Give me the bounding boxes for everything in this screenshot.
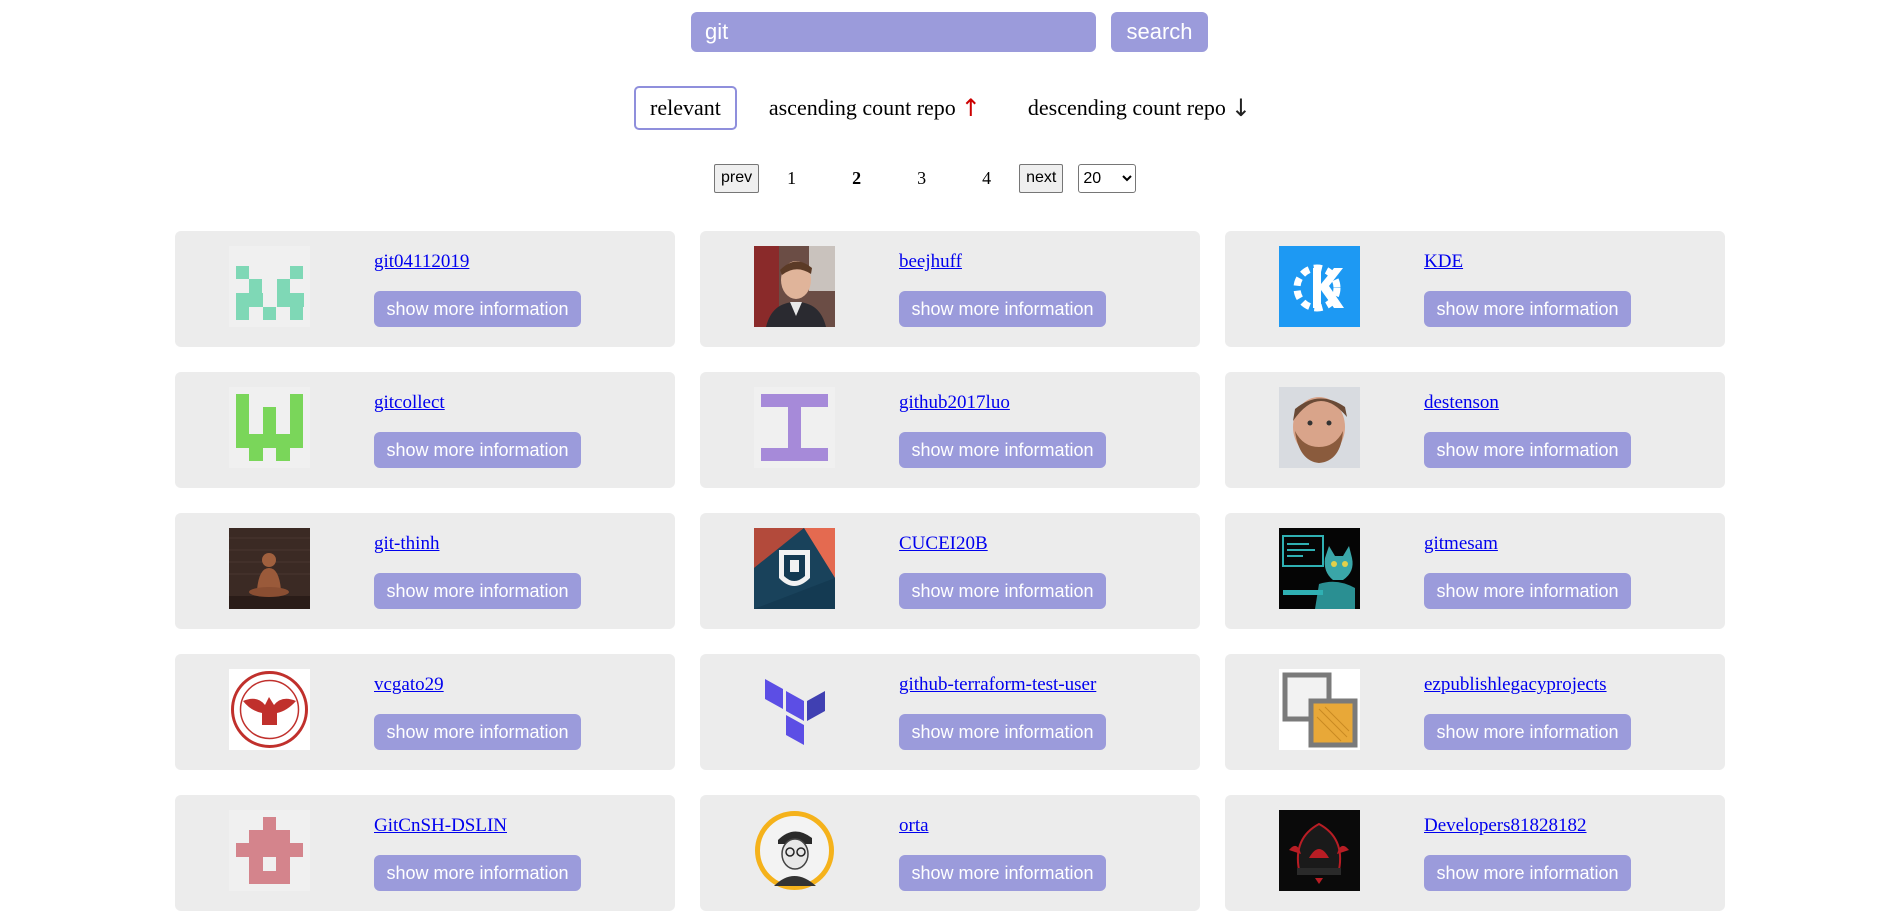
show-more-information-button[interactable]: show more information xyxy=(374,855,581,891)
search-bar: search xyxy=(691,12,1208,52)
user-card: git-thinh show more information xyxy=(175,513,675,629)
user-grid: git04112019 show more information beejhu… xyxy=(175,231,1725,911)
sort-options: relevant ascending count repo ↑ descendi… xyxy=(634,86,1251,130)
arrow-up-icon: ↑ xyxy=(960,94,981,122)
dark-hooded-logo-icon xyxy=(1279,810,1360,891)
kde-logo-icon xyxy=(1279,246,1360,327)
per-page-select[interactable]: 20 xyxy=(1078,163,1137,193)
user-login-link[interactable]: CUCEI20B xyxy=(899,533,988,555)
stacked-frames-icon xyxy=(1279,669,1360,750)
user-card: GitCnSH-DSLIN show more information xyxy=(175,795,675,911)
show-more-information-button[interactable]: show more information xyxy=(1424,855,1631,891)
user-card: git04112019 show more information xyxy=(175,231,675,347)
photo-bearded-man-icon xyxy=(1279,387,1360,468)
terraform-logo-icon xyxy=(754,669,835,750)
user-card: CUCEI20B show more information xyxy=(700,513,1200,629)
user-card: ezpublishlegacyprojects show more inform… xyxy=(1225,654,1725,770)
sort-descending-count-repo[interactable]: descending count repo ↓ xyxy=(1028,86,1251,130)
sort-ascending-label: ascending count repo xyxy=(768,95,956,120)
university-crest-icon xyxy=(754,528,835,609)
page-3-link[interactable]: 3 xyxy=(889,168,954,189)
user-login-link[interactable]: orta xyxy=(899,815,929,837)
pagination: prev 1 2 3 4 next 20 xyxy=(714,163,1137,193)
red-eagle-seal-icon xyxy=(229,669,310,750)
show-more-information-button[interactable]: show more information xyxy=(374,714,581,750)
show-more-information-button[interactable]: show more information xyxy=(899,573,1106,609)
show-more-information-button[interactable]: show more information xyxy=(1424,714,1631,750)
user-login-link[interactable]: git04112019 xyxy=(374,251,469,273)
page-1-link[interactable]: 1 xyxy=(759,168,824,189)
user-card: beejhuff show more information xyxy=(700,231,1200,347)
user-card: gitcollect show more information xyxy=(175,372,675,488)
user-login-link[interactable]: GitCnSH-DSLIN xyxy=(374,815,507,837)
identicon-pink-icon xyxy=(229,810,310,891)
show-more-information-button[interactable]: show more information xyxy=(374,291,581,327)
cartoon-man-portrait-icon xyxy=(754,810,835,891)
user-login-link[interactable]: KDE xyxy=(1424,251,1463,273)
show-more-information-button[interactable]: show more information xyxy=(374,432,581,468)
show-more-information-button[interactable]: show more information xyxy=(899,291,1106,327)
show-more-information-button[interactable]: show more information xyxy=(1424,573,1631,609)
search-input[interactable] xyxy=(691,12,1096,52)
user-card: gitmesam show more information xyxy=(1225,513,1725,629)
show-more-information-button[interactable]: show more information xyxy=(899,432,1106,468)
photo-man-portrait-icon xyxy=(754,246,835,327)
user-card: Developers81828182 show more information xyxy=(1225,795,1725,911)
photo-buddha-statue-icon xyxy=(229,528,310,609)
next-page-button[interactable]: next xyxy=(1019,163,1064,193)
user-card: github2017luo show more information xyxy=(700,372,1200,488)
sort-ascending-count-repo[interactable]: ascending count repo ↑ xyxy=(769,86,981,130)
user-login-link[interactable]: gitcollect xyxy=(374,392,445,414)
prev-page-button[interactable]: prev xyxy=(714,163,760,193)
user-card: destenson show more information xyxy=(1225,372,1725,488)
sort-relevant-label: relevant xyxy=(650,95,721,120)
user-login-link[interactable]: ezpublishlegacyprojects xyxy=(1424,674,1607,696)
show-more-information-button[interactable]: show more information xyxy=(374,573,581,609)
sort-descending-label: descending count repo xyxy=(1027,95,1226,120)
user-card: vcgato29 show more information xyxy=(175,654,675,770)
arrow-down-icon: ↓ xyxy=(1230,94,1251,122)
show-more-information-button[interactable]: show more information xyxy=(1424,432,1631,468)
user-card: github-terraform-test-user show more inf… xyxy=(700,654,1200,770)
sort-relevant[interactable]: relevant xyxy=(634,86,737,130)
user-login-link[interactable]: gitmesam xyxy=(1424,533,1498,555)
show-more-information-button[interactable]: show more information xyxy=(1424,291,1631,327)
identicon-green-icon xyxy=(229,387,310,468)
user-login-link[interactable]: git-thinh xyxy=(374,533,439,555)
page-2-link[interactable]: 2 xyxy=(824,168,889,189)
identicon-purple-icon xyxy=(754,387,835,468)
user-card: orta show more information xyxy=(700,795,1200,911)
user-login-link[interactable]: vcgato29 xyxy=(374,674,444,696)
user-login-link[interactable]: Developers81828182 xyxy=(1424,815,1587,837)
cat-at-computer-icon xyxy=(1279,528,1360,609)
user-login-link[interactable]: github2017luo xyxy=(899,392,1010,414)
user-login-link[interactable]: github-terraform-test-user xyxy=(899,674,1096,696)
show-more-information-button[interactable]: show more information xyxy=(899,855,1106,891)
user-login-link[interactable]: beejhuff xyxy=(899,251,962,273)
user-card: KDE show more information xyxy=(1225,231,1725,347)
search-button[interactable]: search xyxy=(1111,12,1208,52)
identicon-teal-icon xyxy=(229,246,310,327)
user-login-link[interactable]: destenson xyxy=(1424,392,1499,414)
page-4-link[interactable]: 4 xyxy=(954,168,1019,189)
show-more-information-button[interactable]: show more information xyxy=(899,714,1106,750)
